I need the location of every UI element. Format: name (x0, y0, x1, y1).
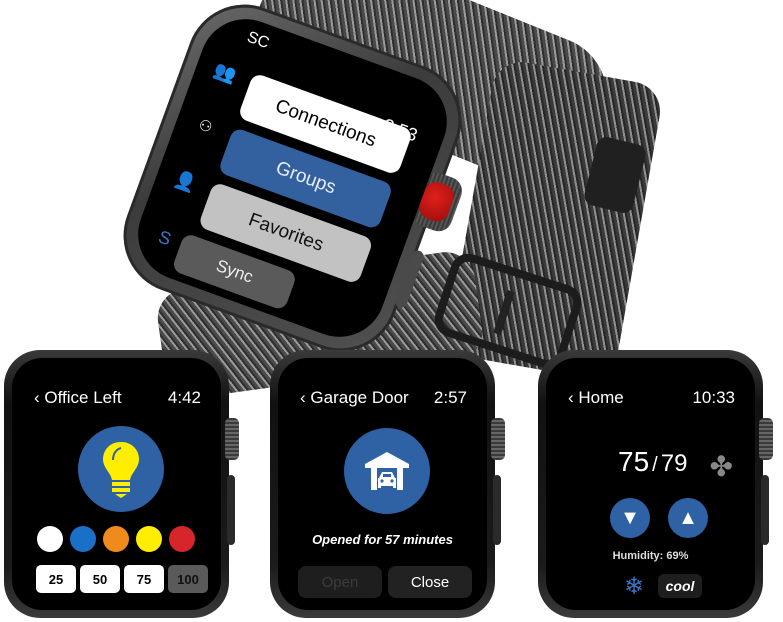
garage-screen: ‹ Garage Door 2:57 Opened for 57 minutes… (278, 358, 487, 610)
back-button[interactable]: ‹ Garage Door (300, 388, 409, 408)
lightbulb-icon (103, 442, 139, 498)
temp-down-button[interactable]: ▼ (610, 498, 650, 538)
fan-icon[interactable]: ✤ (710, 450, 733, 483)
clock-time: 10:33 (692, 388, 735, 407)
set-temperature: 79 (660, 450, 688, 477)
connections-icon: 👥 (211, 59, 240, 86)
level-75-button[interactable]: 75 (124, 565, 164, 593)
back-chevron-icon: ‹ (300, 388, 306, 407)
screen-title: Office Left (44, 388, 122, 407)
screen-title: Home (578, 388, 624, 407)
color-orange[interactable] (103, 526, 129, 552)
open-button[interactable]: Open (298, 566, 382, 598)
thermostat-watch: ‹ Home 10:33 75/79 ✤ ▼ ▲ Humidity: 69% ❄… (538, 350, 773, 618)
light-screen: ‹ Office Left 4:42 25 50 75 100 (12, 358, 221, 610)
close-button[interactable]: Close (388, 566, 472, 598)
color-yellow[interactable] (136, 526, 162, 552)
screen-title: Garage Door (310, 388, 409, 407)
back-chevron-icon: ‹ (568, 388, 574, 407)
color-red[interactable] (169, 526, 195, 552)
back-chevron-icon: ‹ (34, 388, 40, 407)
garage-toggle-button[interactable] (344, 428, 430, 514)
mode-button[interactable]: cool (658, 574, 702, 598)
humidity-label: Humidity: 69% (612, 550, 689, 562)
level-50-button[interactable]: 50 (80, 565, 120, 593)
light-toggle-button[interactable] (78, 426, 164, 512)
light-watch: ‹ Office Left 4:42 25 50 75 100 (4, 350, 239, 618)
level-25-button[interactable]: 25 (36, 565, 76, 593)
temperature-display: 75/79 (618, 446, 687, 478)
user-initials: SC (244, 28, 272, 53)
color-white[interactable] (37, 526, 63, 552)
back-button[interactable]: ‹ Home (568, 388, 624, 408)
back-button[interactable]: ‹ Office Left (34, 388, 122, 408)
garage-car-icon (365, 452, 409, 490)
level-100-button[interactable]: 100 (168, 565, 208, 593)
digital-crown[interactable] (759, 418, 773, 460)
digital-crown[interactable] (491, 418, 505, 460)
groups-icon: ⚇ (196, 116, 215, 137)
garage-watch: ‹ Garage Door 2:57 Opened for 57 minutes… (270, 350, 505, 618)
arrow-down-icon: ▼ (620, 506, 640, 529)
color-blue[interactable] (70, 526, 96, 552)
sync-logo-icon: S (155, 226, 174, 250)
temp-separator: / (652, 454, 658, 476)
side-button[interactable] (761, 475, 769, 545)
side-button[interactable] (493, 475, 501, 545)
favorites-icon: 👤 (171, 168, 200, 195)
current-temperature: 75 (618, 446, 650, 477)
digital-crown[interactable] (225, 418, 239, 460)
side-button[interactable] (227, 475, 235, 545)
clock-time: 4:42 (167, 388, 201, 407)
temp-up-button[interactable]: ▲ (668, 498, 708, 538)
snowflake-icon: ❄ (624, 573, 645, 600)
clock-time: 2:57 (433, 388, 467, 407)
arrow-up-icon: ▲ (678, 506, 698, 529)
door-status: Opened for 57 minutes (312, 532, 453, 547)
thermostat-screen: ‹ Home 10:33 75/79 ✤ ▼ ▲ Humidity: 69% ❄… (546, 358, 755, 610)
